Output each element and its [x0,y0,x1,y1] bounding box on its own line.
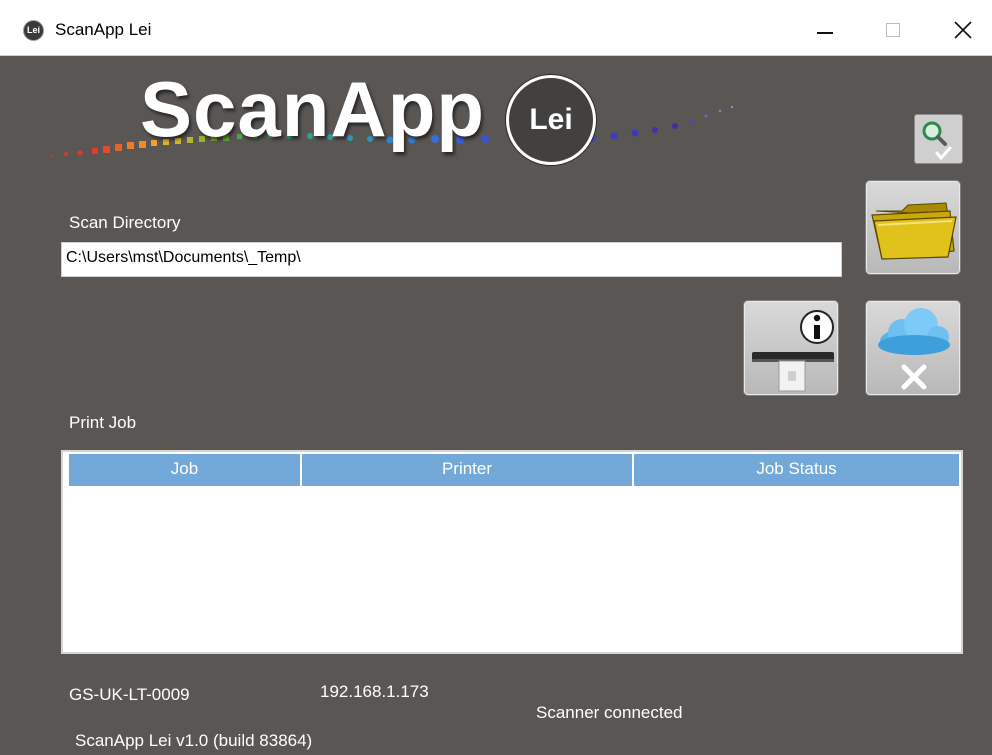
minimize-icon [817,32,833,34]
hostname-text: GS-UK-LT-0009 [69,685,190,704]
column-header-job-status[interactable]: Job Status [634,454,959,486]
column-header-job[interactable]: Job [69,454,302,486]
logo-wordmark: ScanApp [140,65,486,153]
scanner-status-text: Scanner connected [536,703,683,722]
cloud-remove-button[interactable] [865,300,961,396]
logo-badge: Lei [506,75,596,165]
scan-directory-label: Scan Directory [69,213,181,232]
app-logo-icon: Lei [23,20,44,41]
scanner-info-icon [752,310,834,392]
close-icon [954,21,972,39]
close-button[interactable] [940,10,986,50]
folder-icon [871,202,957,260]
maximize-button[interactable] [870,10,916,50]
cloud-remove-icon [878,308,950,390]
maximize-icon [886,23,900,37]
column-header-printer[interactable]: Printer [302,454,634,486]
title-bar: Lei ScanApp Lei [0,0,992,56]
version-text: ScanApp Lei v1.0 (build 83864) [75,731,313,750]
table-header: Job Printer Job Status [69,454,959,486]
magnifier-check-icon [922,121,952,161]
validate-directory-button[interactable] [914,114,963,164]
print-job-table: Job Printer Job Status [61,450,963,654]
scanner-info-button[interactable] [743,300,839,396]
window-title: ScanApp Lei [55,20,152,39]
scan-directory-input[interactable]: C:\Users\mst\Documents\_Temp\ [61,242,842,277]
print-job-label: Print Job [69,413,137,432]
ip-address-text: 192.168.1.173 [320,682,429,701]
minimize-button[interactable] [802,10,848,50]
browse-folder-button[interactable] [865,180,961,275]
app-logo: ScanApp Lei [40,60,760,180]
